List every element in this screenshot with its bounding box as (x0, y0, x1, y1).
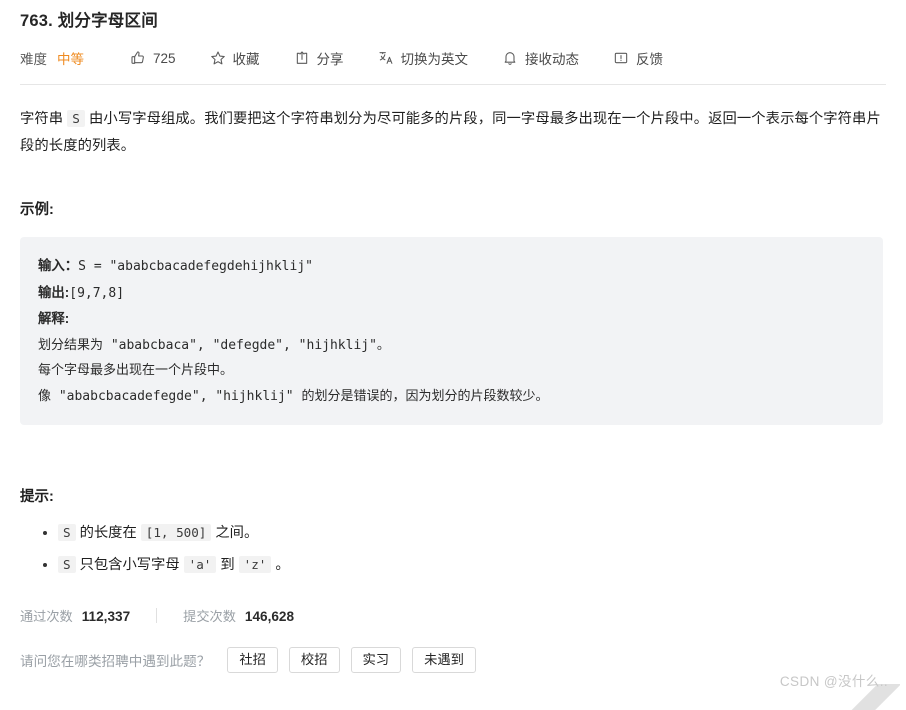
poll-option-shixi[interactable]: 实习 (350, 647, 402, 673)
example-explain-label: 解释: (38, 311, 70, 326)
list-item: S 的长度在 [1, 500] 之间。 (58, 518, 886, 548)
submit-count-stat: 提交次数 146,628 (183, 606, 294, 625)
difficulty-group: 难度 中等 (20, 48, 84, 68)
difficulty-value: 中等 (57, 52, 84, 67)
poll-option-weiyudao[interactable]: 未遇到 (412, 647, 476, 673)
favorite-button[interactable]: 收藏 (210, 48, 260, 68)
difficulty-label: 难度 (20, 52, 47, 67)
example-output-label: 输出: (38, 284, 70, 300)
example-explain-line-2: 每个字母最多出现在一个片段中。 (38, 363, 234, 378)
watermark-wedge (842, 684, 900, 710)
hints-list: S 的长度在 [1, 500] 之间。 S 只包含小写字母 'a' 到 'z' … (20, 518, 886, 580)
poll-row: 请问您在哪类招聘中遇到此题？ 社招 校招 实习 未遇到 (20, 647, 886, 673)
translate-button[interactable]: 切换为英文 (378, 48, 469, 68)
translate-label: 切换为英文 (400, 52, 469, 67)
page-title: 763. 划分字母区间 (20, 12, 158, 30)
feedback-label: 反馈 (636, 52, 664, 67)
inline-code: 'a' (183, 556, 217, 573)
share-button[interactable]: 分享 (294, 48, 344, 68)
poll-option-shezhao[interactable]: 社招 (227, 647, 278, 673)
example-output-value: [9,7,8] (69, 285, 125, 301)
title-row: 763. 划分字母区间 (20, 0, 886, 34)
feedback-icon (613, 50, 629, 66)
pass-count-label: 通过次数 (20, 609, 73, 624)
star-icon (210, 50, 226, 66)
meta-toolbar: 难度 中等 725 收藏 分享 切换为英文 接收动态 反馈 (20, 43, 886, 73)
translate-icon (378, 50, 394, 66)
pass-count-stat: 通过次数 112,337 (20, 606, 130, 625)
pass-count-value: 112,337 (81, 609, 131, 624)
stats-divider (156, 608, 158, 623)
header-divider (20, 84, 886, 85)
example-explain-line-3: 像 "ababcbacadefegde", "hijhklij" 的划分是错误的… (38, 388, 549, 404)
example-code-block: 输入：S = "ababcbacadefegdehijhklij" 输出:[9,… (20, 237, 883, 425)
example-heading: 示例: (20, 202, 54, 218)
example-input-label: 输入： (38, 258, 79, 273)
bell-icon (502, 50, 518, 66)
stats-row: 通过次数 112,337 提交次数 146,628 (20, 606, 886, 625)
hints-heading: 提示: (20, 489, 54, 505)
example-input-value: S = "ababcbacadefegdehijhklij" (78, 259, 313, 274)
like-count: 725 (153, 50, 176, 66)
inline-code: S (58, 556, 76, 573)
poll-option-xiaozhao[interactable]: 校招 (288, 647, 340, 673)
favorite-label: 收藏 (232, 52, 260, 67)
feedback-button[interactable]: 反馈 (613, 48, 663, 68)
inline-code: 'z' (238, 556, 272, 573)
watermark: CSDN @没什么.. (779, 674, 888, 689)
thumbs-up-icon (130, 50, 146, 66)
subscribe-label: 接收动态 (525, 52, 580, 67)
submit-count-value: 146,628 (244, 609, 295, 624)
inline-code: S (67, 110, 85, 127)
example-explain-line-1: 划分结果为 "ababcbaca", "defegde", "hijhklij"… (38, 337, 390, 353)
inline-code: S (58, 524, 76, 541)
example-output-line: 输出:[9,7,8] (38, 280, 863, 307)
list-item: S 只包含小写字母 'a' 到 'z' 。 (58, 550, 886, 580)
subscribe-button[interactable]: 接收动态 (502, 48, 579, 68)
problem-description: 字符串 S 由小写字母组成。我们要把这个字符串划分为尽可能多的片段，同一字母最多… (20, 110, 881, 154)
inline-code: [1, 500] (140, 524, 212, 541)
problem-page: 763. 划分字母区间 难度 中等 725 收藏 分享 切换为英文 接收动态 反… (0, 0, 906, 710)
submit-count-label: 提交次数 (183, 609, 236, 624)
example-input-line: 输入：S = "ababcbacadefegdehijhklij" (38, 253, 863, 280)
share-label: 分享 (316, 52, 344, 67)
share-icon (294, 50, 310, 66)
like-button[interactable]: 725 (130, 50, 176, 66)
poll-question: 请问您在哪类招聘中遇到此题？ (20, 654, 211, 669)
